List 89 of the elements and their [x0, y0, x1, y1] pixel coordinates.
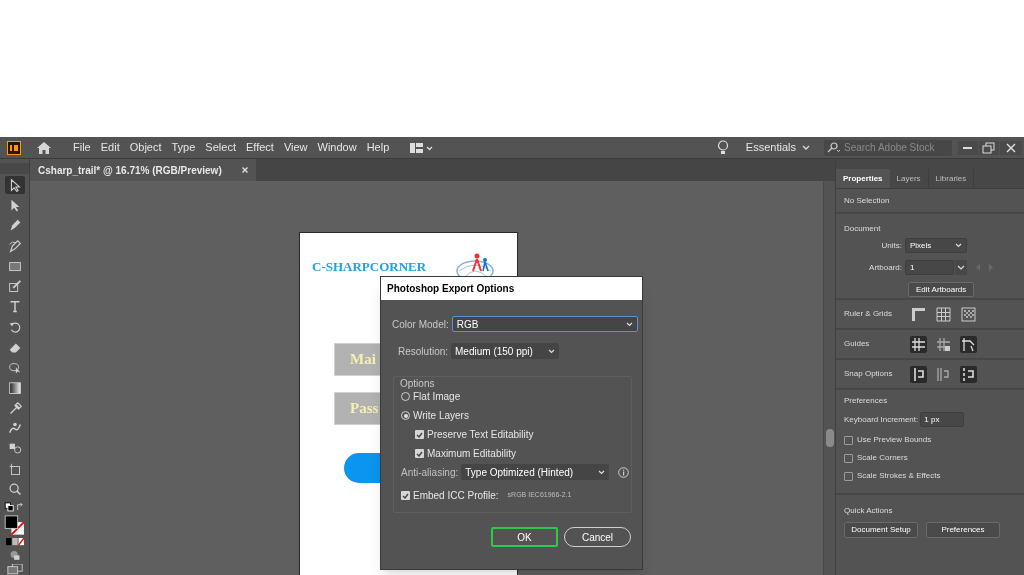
scrollbar-thumb[interactable]: [826, 429, 834, 447]
menu-item[interactable]: Help: [361, 139, 395, 156]
anti-aliasing-dropdown[interactable]: Type Optimized (Hinted): [461, 464, 610, 480]
chevron-down-icon[interactable]: [955, 260, 967, 275]
checkbox-label: Scale Corners: [857, 452, 908, 464]
panel-tab[interactable]: Properties: [836, 169, 890, 188]
checkbox[interactable]: [844, 471, 853, 481]
chevron-down-icon: [625, 321, 633, 327]
color-model-dropdown[interactable]: RGB: [451, 316, 638, 332]
checkbox-label: Maximum Editability: [427, 447, 516, 461]
field-label: Keyboard Increment:: [844, 413, 919, 426]
menu-item[interactable]: File: [68, 139, 96, 156]
checkbox[interactable]: [415, 449, 424, 458]
menu-item[interactable]: Object: [124, 139, 167, 156]
checkbox[interactable]: [844, 453, 853, 463]
checkbox-label: Use Preview Bounds: [857, 434, 932, 446]
checkbox[interactable]: [401, 491, 410, 500]
field-label: Resolution:: [398, 344, 449, 359]
snap-grid-icon[interactable]: [935, 365, 952, 383]
section-title: Guides: [844, 338, 871, 350]
checkmark-icon: [416, 431, 423, 438]
units-dropdown[interactable]: Pixels: [905, 238, 967, 253]
section-title: Ruler & Grids: [844, 308, 893, 320]
quick-action-button[interactable]: Document Setup: [844, 522, 918, 538]
pixel-grid-icon[interactable]: [960, 305, 977, 323]
radio-label: Write Layers: [413, 409, 469, 423]
restore-icon[interactable]: [979, 140, 999, 155]
section-title: Quick Actions: [844, 505, 894, 517]
snap-point-icon[interactable]: [910, 365, 927, 383]
minimize-icon[interactable]: [958, 140, 978, 155]
menu-item[interactable]: Edit: [95, 139, 125, 156]
info-icon[interactable]: [618, 466, 630, 478]
screen-mode-icon[interactable]: [6, 564, 23, 575]
logo-text: C-SHARPCORNER: [312, 259, 427, 274]
selection-status: No Selection: [844, 194, 890, 207]
search-icon: [827, 142, 841, 153]
checkbox[interactable]: [415, 430, 424, 439]
document-tab[interactable]: Csharp_trail* @ 16.71% (RGB/Preview): [30, 159, 256, 181]
guides-icon[interactable]: [910, 335, 927, 353]
swap-colors-icon[interactable]: [3, 502, 26, 513]
menu-item[interactable]: Select: [200, 139, 241, 156]
home-icon[interactable]: [36, 140, 52, 155]
menu-item[interactable]: Window: [312, 139, 362, 156]
quick-action-button[interactable]: Preferences: [926, 522, 1000, 538]
scrollbar[interactable]: [823, 181, 835, 575]
checkmark-icon: [402, 492, 409, 499]
panel-tab[interactable]: Libraries: [928, 169, 975, 188]
close-icon[interactable]: [241, 167, 248, 173]
snap-pixel-icon[interactable]: [960, 365, 977, 383]
dialog-button[interactable]: OK: [491, 527, 558, 547]
search-field[interactable]: Search Adobe Stock: [824, 139, 952, 156]
smart-guides-icon[interactable]: [960, 335, 977, 353]
checkmark-icon: [416, 450, 423, 457]
workspace-switcher[interactable]: Essentials: [745, 139, 810, 156]
chevron-down-icon: [802, 144, 810, 151]
radio-label: Flat Image: [413, 390, 461, 404]
field-label: Units:: [880, 239, 903, 252]
ruler-icon[interactable]: [910, 305, 927, 323]
section-title: Document: [844, 223, 882, 235]
chevron-down-icon: [955, 243, 962, 248]
checkbox-label: Scale Strokes & Effects: [857, 470, 941, 482]
dialog-title: Photoshop Export Options: [381, 277, 642, 300]
layout-switcher-icon[interactable]: [410, 141, 435, 154]
color-mode-icon[interactable]: [3, 538, 26, 546]
panel-tab[interactable]: Layers: [889, 169, 929, 188]
edit-artboards-button[interactable]: Edit Artboards: [908, 282, 975, 297]
field-label: Anti-aliasing:: [401, 465, 459, 480]
menu-item[interactable]: View: [278, 139, 313, 156]
checkbox-label: Preserve Text Editability: [427, 428, 534, 442]
group-label: Options: [400, 377, 435, 391]
checkbox-label: Embed ICC Profile:: [413, 489, 499, 503]
close-icon[interactable]: [1000, 140, 1022, 155]
input-field[interactable]: 1 px: [920, 412, 965, 427]
grid-icon[interactable]: [935, 305, 952, 323]
menu-item[interactable]: Effect: [240, 139, 279, 156]
lightbulb-icon[interactable]: [716, 140, 729, 155]
lock-guides-icon[interactable]: [935, 335, 952, 353]
section-title: Snap Options: [844, 368, 894, 380]
chevron-down-icon: [598, 469, 606, 475]
checkbox[interactable]: [844, 435, 853, 445]
app-logo-icon: [7, 140, 21, 155]
section-title: Preferences: [844, 395, 889, 407]
chevron-down-icon: [548, 348, 556, 354]
menu-item[interactable]: Type: [166, 139, 201, 156]
dialog-button[interactable]: Cancel: [564, 527, 631, 547]
field-label: Color Model:: [392, 317, 449, 332]
field-label: Artboard:: [868, 261, 903, 274]
artboard-field[interactable]: 1: [905, 260, 954, 275]
resolution-dropdown[interactable]: Medium (150 ppi): [451, 343, 560, 359]
